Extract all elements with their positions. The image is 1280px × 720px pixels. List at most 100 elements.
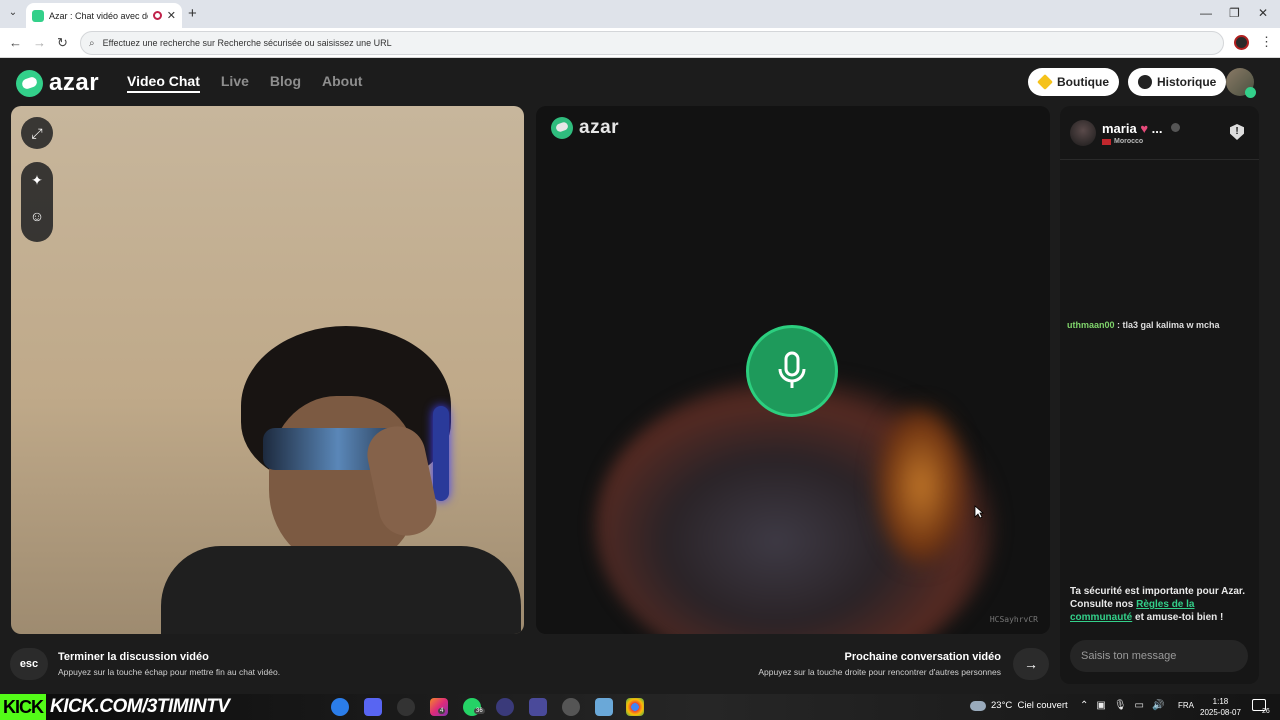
edge-icon[interactable] xyxy=(331,698,349,716)
partner-video-logo: azar xyxy=(551,117,619,139)
window-close-icon[interactable]: ✕ xyxy=(1258,6,1268,20)
safety-text-end: et amuse-toi bien ! xyxy=(1132,612,1224,623)
minimize-video-icon[interactable]: ⤢ xyxy=(21,117,53,149)
partner-name-text: maria xyxy=(1102,121,1137,136)
gamepad-icon[interactable] xyxy=(529,698,547,716)
nav-blog[interactable]: Blog xyxy=(270,73,301,93)
next-chat-subtitle: Appuyez sur la touche droite pour rencon… xyxy=(758,667,1001,677)
assistant-icon[interactable] xyxy=(496,698,514,716)
boutique-label: Boutique xyxy=(1057,75,1109,89)
heart-icon: ♥ xyxy=(1140,121,1149,136)
video-watermark: HCSayhrvCR xyxy=(989,615,1038,624)
minimize-icon[interactable]: — xyxy=(1200,6,1212,20)
tab-close-icon[interactable]: ✕ xyxy=(167,9,176,22)
chat-message-text: : tla3 gal kalima w mcha xyxy=(1114,320,1220,330)
end-chat-button[interactable]: esc xyxy=(10,648,48,680)
nav-live[interactable]: Live xyxy=(221,73,249,93)
end-chat-subtitle: Appuyez sur la touche échap pour mettre … xyxy=(58,667,281,677)
address-placeholder: Effectuez une recherche sur Recherche sé… xyxy=(102,38,392,48)
back-arrow-icon[interactable]: ← xyxy=(9,35,22,50)
notification-count: 26 xyxy=(1262,708,1270,715)
effects-toolbar: ✦ ☺ xyxy=(21,162,53,242)
sparkle-effects-icon[interactable]: ✦ xyxy=(21,162,53,198)
mouse-cursor-icon xyxy=(974,505,984,519)
cloud-icon xyxy=(970,700,986,711)
clock-time: 1:18 xyxy=(1212,697,1229,706)
blurred-partner-detail xyxy=(876,406,966,566)
historique-button[interactable]: Historique xyxy=(1128,68,1227,96)
partner-avatar[interactable] xyxy=(1070,120,1096,146)
volume-icon[interactable]: 🔊 xyxy=(1152,700,1164,711)
gem-icon xyxy=(1037,74,1053,90)
country-label: Morocco xyxy=(1114,138,1144,145)
tray-mic-icon[interactable]: 🎙 xyxy=(1114,700,1127,711)
chat-message-input[interactable]: Saisis ton message xyxy=(1070,640,1248,672)
tab-list-chevron-icon[interactable]: ⌄ xyxy=(6,7,20,21)
weather-condition: Ciel couvert xyxy=(1017,700,1068,711)
tray-chevron-icon[interactable]: ⌃ xyxy=(1080,700,1088,711)
report-shield-icon[interactable]: ! xyxy=(1230,124,1244,140)
partner-video: azar HCSayhrvCR xyxy=(536,106,1050,634)
next-chat-button[interactable]: → xyxy=(1013,648,1049,680)
kick-url: KICK.COM/3TIMINTV xyxy=(50,696,230,717)
azar-logo[interactable]: azar xyxy=(16,69,99,97)
network-icon[interactable]: ▭ xyxy=(1135,700,1144,711)
browser-address-bar: ← → ↻ ⌕ Effectuez une recherche sur Rech… xyxy=(0,28,1280,58)
system-tray: ⌃ ▣ 🎙 ▭ 🔊 xyxy=(1080,700,1164,711)
obs-icon[interactable] xyxy=(397,698,415,716)
tab-title: Azar : Chat vidéo avec de n xyxy=(49,10,148,21)
azar-logo-icon xyxy=(551,117,573,139)
discord-icon[interactable] xyxy=(364,698,382,716)
self-video: ⤢ ✦ ☺ xyxy=(11,106,524,634)
language-indicator[interactable]: FRA xyxy=(1178,701,1194,710)
person-body xyxy=(161,546,521,634)
temperature: 23°C xyxy=(991,700,1013,711)
search-icon: ⌕ xyxy=(89,37,95,49)
face-filter-icon[interactable]: ☺ xyxy=(21,198,53,234)
main-nav: Video Chat Live Blog About xyxy=(127,73,362,93)
forward-arrow-icon[interactable]: → xyxy=(33,35,46,50)
new-tab-button[interactable]: + xyxy=(188,5,197,22)
browser-profile-avatar[interactable] xyxy=(1234,35,1249,50)
next-chat-title: Prochaine conversation vidéo xyxy=(844,651,1002,663)
browser-tab-bar: ⌄ Azar : Chat vidéo avec de n ✕ + — ❐ ✕ xyxy=(0,0,1280,28)
nav-video-chat[interactable]: Video Chat xyxy=(127,73,200,93)
arrow-right-icon: → xyxy=(1024,656,1038,672)
verified-icon xyxy=(1171,123,1180,132)
kick-overlay-banner: KICK KICK.COM/3TIMINTV xyxy=(0,694,320,720)
partner-name-suffix: ... xyxy=(1151,121,1163,136)
browser-tab-azar[interactable]: Azar : Chat vidéo avec de n ✕ xyxy=(26,3,182,28)
partner-logo-text: azar xyxy=(579,117,620,138)
whatsapp-badge: 36 xyxy=(474,708,485,714)
restore-icon[interactable]: ❐ xyxy=(1229,6,1240,20)
partner-name: maria ♥ ... xyxy=(1102,121,1163,136)
azar-site: azar Video Chat Live Blog About Boutique… xyxy=(0,58,1280,694)
morocco-flag-icon xyxy=(1102,138,1111,145)
azar-favicon-icon xyxy=(32,9,44,22)
app-icon[interactable] xyxy=(595,698,613,716)
recording-indicator-icon xyxy=(152,11,162,20)
user-avatar[interactable] xyxy=(1226,68,1256,98)
safety-notice: Ta sécurité est importante pour Azar. Co… xyxy=(1070,585,1250,624)
chat-partner-header: maria ♥ ... Morocco ! xyxy=(1060,106,1259,160)
browser-menu-icon[interactable]: ⋮ xyxy=(1260,34,1273,50)
microphone-icon xyxy=(778,351,806,388)
nav-about[interactable]: About xyxy=(322,73,362,93)
clock-icon xyxy=(1138,75,1152,89)
windows-taskbar: KICK KICK.COM/3TIMINTV 4 36 23°C Ciel co… xyxy=(0,694,1280,720)
boutique-button[interactable]: Boutique xyxy=(1028,68,1119,96)
chat-message: uthmaan00 : tla3 gal kalima w mcha xyxy=(1067,320,1220,330)
address-input[interactable]: ⌕ Effectuez une recherche sur Recherche … xyxy=(80,31,1224,55)
person-headset xyxy=(433,406,449,501)
azar-logo-icon xyxy=(16,69,43,97)
azar-logo-text: azar xyxy=(49,69,100,96)
reload-icon[interactable]: ↻ xyxy=(57,35,68,51)
taskbar-clock[interactable]: 1:18 2025-08-07 xyxy=(1200,696,1241,718)
weather-widget[interactable]: 23°C Ciel couvert xyxy=(970,700,1068,711)
tray-app-icon[interactable]: ▣ xyxy=(1096,700,1105,711)
partner-country: Morocco xyxy=(1102,138,1143,145)
chat-message-user: uthmaan00 xyxy=(1067,320,1115,330)
historique-label: Historique xyxy=(1157,75,1217,89)
media-player-icon[interactable] xyxy=(562,698,580,716)
chrome-icon[interactable] xyxy=(626,698,644,716)
